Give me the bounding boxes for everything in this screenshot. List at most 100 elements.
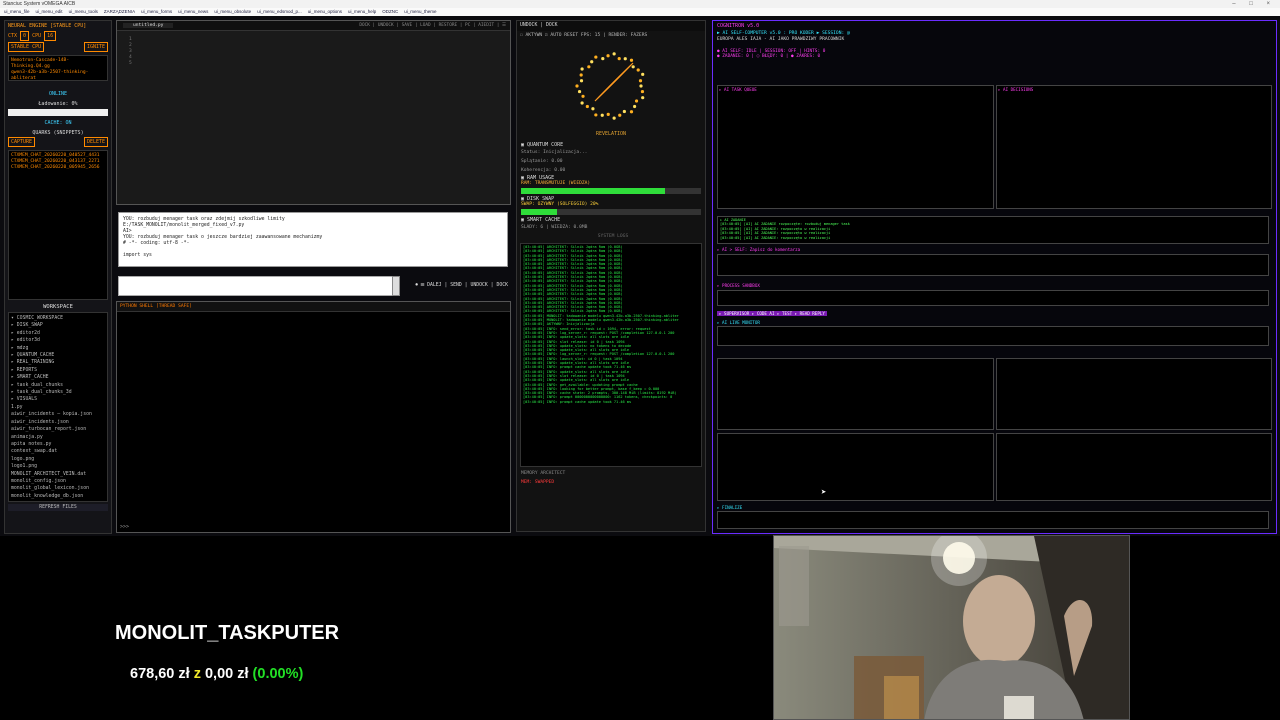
output-panel-b[interactable] [996, 358, 1272, 430]
price-change: (0.00%) [252, 666, 304, 682]
menu-item[interactable]: ui_menu_tools [69, 9, 98, 14]
finalize-title: ▸ FINALIZE [717, 505, 743, 510]
monitor-tabs[interactable]: UNDOCK | DOCK [517, 21, 705, 31]
tree-folder[interactable]: ▸ task_dual_chunks [11, 382, 105, 389]
sandbox-panel[interactable] [717, 290, 1269, 306]
tree-folder[interactable]: ▸ SMART_CACHE [11, 374, 105, 381]
shell-prompt[interactable]: >>> [120, 524, 129, 530]
tree-file[interactable]: aiwir_turbocan_report.json [11, 426, 105, 433]
python-shell[interactable]: PYTHON SHELL [THREAD SAFE] >>> [116, 301, 511, 533]
ram-state: RAM: TRANSMUTUJE (WIEDZA) [521, 181, 591, 186]
workspace-title: WORKSPACE [43, 304, 73, 310]
model-item[interactable]: qwen3-42b-a3b-2507-thinking-abliterat [11, 70, 105, 82]
decisions-panel[interactable]: ▸ AI DECISIONS [996, 85, 1272, 209]
menu-item[interactable]: ui_menu_options [308, 9, 342, 14]
orbit-dot [622, 109, 626, 114]
tree-folder[interactable]: ▾ COSMIC_WORKSPACE [11, 315, 105, 322]
orbit-dot [606, 54, 610, 58]
tree-folder[interactable]: ▸ DISK_SWAP [11, 322, 105, 329]
tree-folder[interactable]: ▸ editor3d [11, 337, 105, 344]
orbit-dot [629, 110, 634, 114]
menu-item[interactable]: ZARZĄDZENIA [104, 9, 135, 14]
window-controls[interactable]: – □ × [1232, 0, 1276, 8]
cpu-label: CPU [32, 33, 42, 39]
tree-folder[interactable]: ▸ QUANTUM_CACHE [11, 352, 105, 359]
live-monitor-panel[interactable] [717, 326, 1269, 346]
menu-item[interactable]: ui_menu_forms [141, 9, 172, 14]
tab-untitled[interactable]: untitled.py [123, 23, 174, 28]
ctx-input[interactable]: 0 [20, 31, 30, 41]
tree-file[interactable]: apita notes.py [11, 441, 105, 448]
ignite-button[interactable]: IGNITE [83, 42, 108, 52]
monitor-controls[interactable]: ☐ AKTYWN ☑ AUTO RESET FPS: 15 | RENDER: … [517, 31, 705, 41]
capture-button[interactable]: CAPTURE [8, 137, 36, 147]
ai-tabs[interactable]: ▸ SUPERVISOR ▸ CODE AI ▸ TEST ▸ READ REP… [717, 311, 827, 316]
orbit-dot [585, 104, 589, 109]
prompt-input[interactable] [118, 276, 398, 296]
menu-item[interactable]: ui_menu_obsolute [214, 9, 251, 14]
online-status: ONLINE [48, 91, 68, 97]
menu-item[interactable]: ui_menu_edit [36, 9, 63, 14]
cpu-input[interactable]: 16 [44, 31, 57, 41]
menu-item[interactable]: ui_menu_news [178, 9, 208, 14]
snippet-list[interactable]: CTXMEM_CHAT_20260220_040527_4431 CTXMEM_… [8, 150, 108, 300]
menu-item[interactable]: ODZNC [382, 9, 398, 14]
menu-item[interactable]: ui_menu_help [348, 9, 376, 14]
tree-folder[interactable]: ▸ REAL_TRAINING [11, 359, 105, 366]
orbit-dot [640, 89, 645, 94]
core-streak [612, 62, 634, 84]
window-title: Stanciuc System vOMEGA AICB [3, 1, 76, 7]
output-panel-c[interactable] [717, 433, 994, 501]
monitor-panel: UNDOCK | DOCK ☐ AKTYWN ☑ AUTO RESET FPS:… [516, 20, 706, 532]
prompt-scrollbar[interactable] [392, 276, 400, 296]
system-logs[interactable]: [03:40:05] ARCHITEKT: Silnik Jądra Ram (… [520, 243, 702, 467]
quarks-toolbar: CAPTURE DELETE [5, 136, 111, 148]
tree-file[interactable]: logo1.png [11, 463, 105, 470]
delete-button[interactable]: DELETE [83, 137, 108, 147]
code-editor[interactable]: untitled.py DOCK | UNDOCK | SAVE | LOAD … [116, 20, 511, 205]
model-list[interactable]: Nemotron-Cascade-14B-Thinking.Q4.gg qwen… [8, 55, 108, 81]
cognitron-header-2: EUROPA ALES IAJA - AI JAKO PRAWDZIWY PRA… [717, 37, 845, 42]
tree-file[interactable]: logo.png [11, 456, 105, 463]
mode-badge[interactable]: STABLE CPU [8, 42, 45, 52]
menu-item[interactable]: ui_menu_theme [404, 9, 436, 14]
line-numbers: 12345 [129, 37, 132, 67]
tree-folder[interactable]: ▸ mdzg [11, 345, 105, 352]
tree-folder[interactable]: ▸ task_dual_chunks_3d [11, 389, 105, 396]
tree-file[interactable]: animacja.py [11, 434, 105, 441]
task-queue-title: ▸ AI TASK QUEUE [719, 87, 757, 92]
tree-file[interactable]: monolit_global_lexicon.json [11, 485, 105, 492]
mode-row: STABLE CPU IGNITE [5, 41, 111, 53]
cognitron-panel: COGNITRON v5.0 ▶ AI SELF-COMPUTER v5.0 :… [712, 20, 1277, 534]
status-text: Status: Inicjalizacja... [521, 150, 588, 155]
tree-file[interactable]: context_swap.dat [11, 448, 105, 455]
system-logs-title: SYSTEM LOGS [597, 234, 629, 239]
editor-toolbar[interactable]: DOCK | UNDOCK | SAVE | LOAD | RESTORE | … [359, 21, 506, 31]
task-queue-panel[interactable]: ▸ AI TASK QUEUE [717, 85, 994, 209]
tree-file[interactable]: 1.py [11, 404, 105, 411]
send-toolbar[interactable]: ⏺ ☰ DALEJ | SEND | UNDOCK | DOCK [405, 282, 508, 290]
ai-log-panel[interactable]: ▸ AI ZADANIE [03:40:05] [AI] AI ZADANIE r… [717, 216, 1269, 244]
tree-file[interactable]: aiwir_incidents — kopia.json [11, 411, 105, 418]
orbit-dot [618, 113, 622, 117]
tree-folder[interactable]: ▸ VISUALS [11, 396, 105, 403]
orbit-dot [634, 99, 639, 103]
chat-output[interactable]: YOU: rozbuduj menager task oraz zdejmij … [118, 212, 508, 267]
menu-item[interactable]: ui_menu_edsmod_p... [257, 9, 302, 14]
output-panel-a[interactable] [717, 358, 994, 430]
tree-folder[interactable]: ▸ REPORTS [11, 367, 105, 374]
output-panel-d[interactable] [996, 433, 1272, 501]
orbit-dot [587, 65, 591, 69]
menu-item[interactable]: ui_menu_file [4, 9, 30, 14]
file-tree[interactable]: ▾ COSMIC_WORKSPACE ▸ DISK_SWAP ▸ editor2… [8, 312, 108, 502]
tree-file[interactable]: monolit_config.json [11, 478, 105, 485]
memory-panel[interactable] [717, 254, 1269, 276]
tree-file[interactable]: aiwir_incidents.json [11, 419, 105, 426]
list-item[interactable]: CTXMEM_CHAT_20260220_005945_2656 [11, 165, 105, 171]
tree-folder[interactable]: ▸ editor2d [11, 330, 105, 337]
tree-file[interactable]: MONOLIT_ARCHITECT_VEIN.dat [11, 471, 105, 478]
finalize-panel[interactable] [717, 511, 1269, 529]
refresh-files-button[interactable]: REFRESH FILES [8, 504, 108, 511]
tree-file[interactable]: monolit_knowledge_db.json [11, 493, 105, 500]
model-item[interactable]: Nemotron-Cascade-14B-Thinking.Q4.gg [11, 58, 105, 70]
